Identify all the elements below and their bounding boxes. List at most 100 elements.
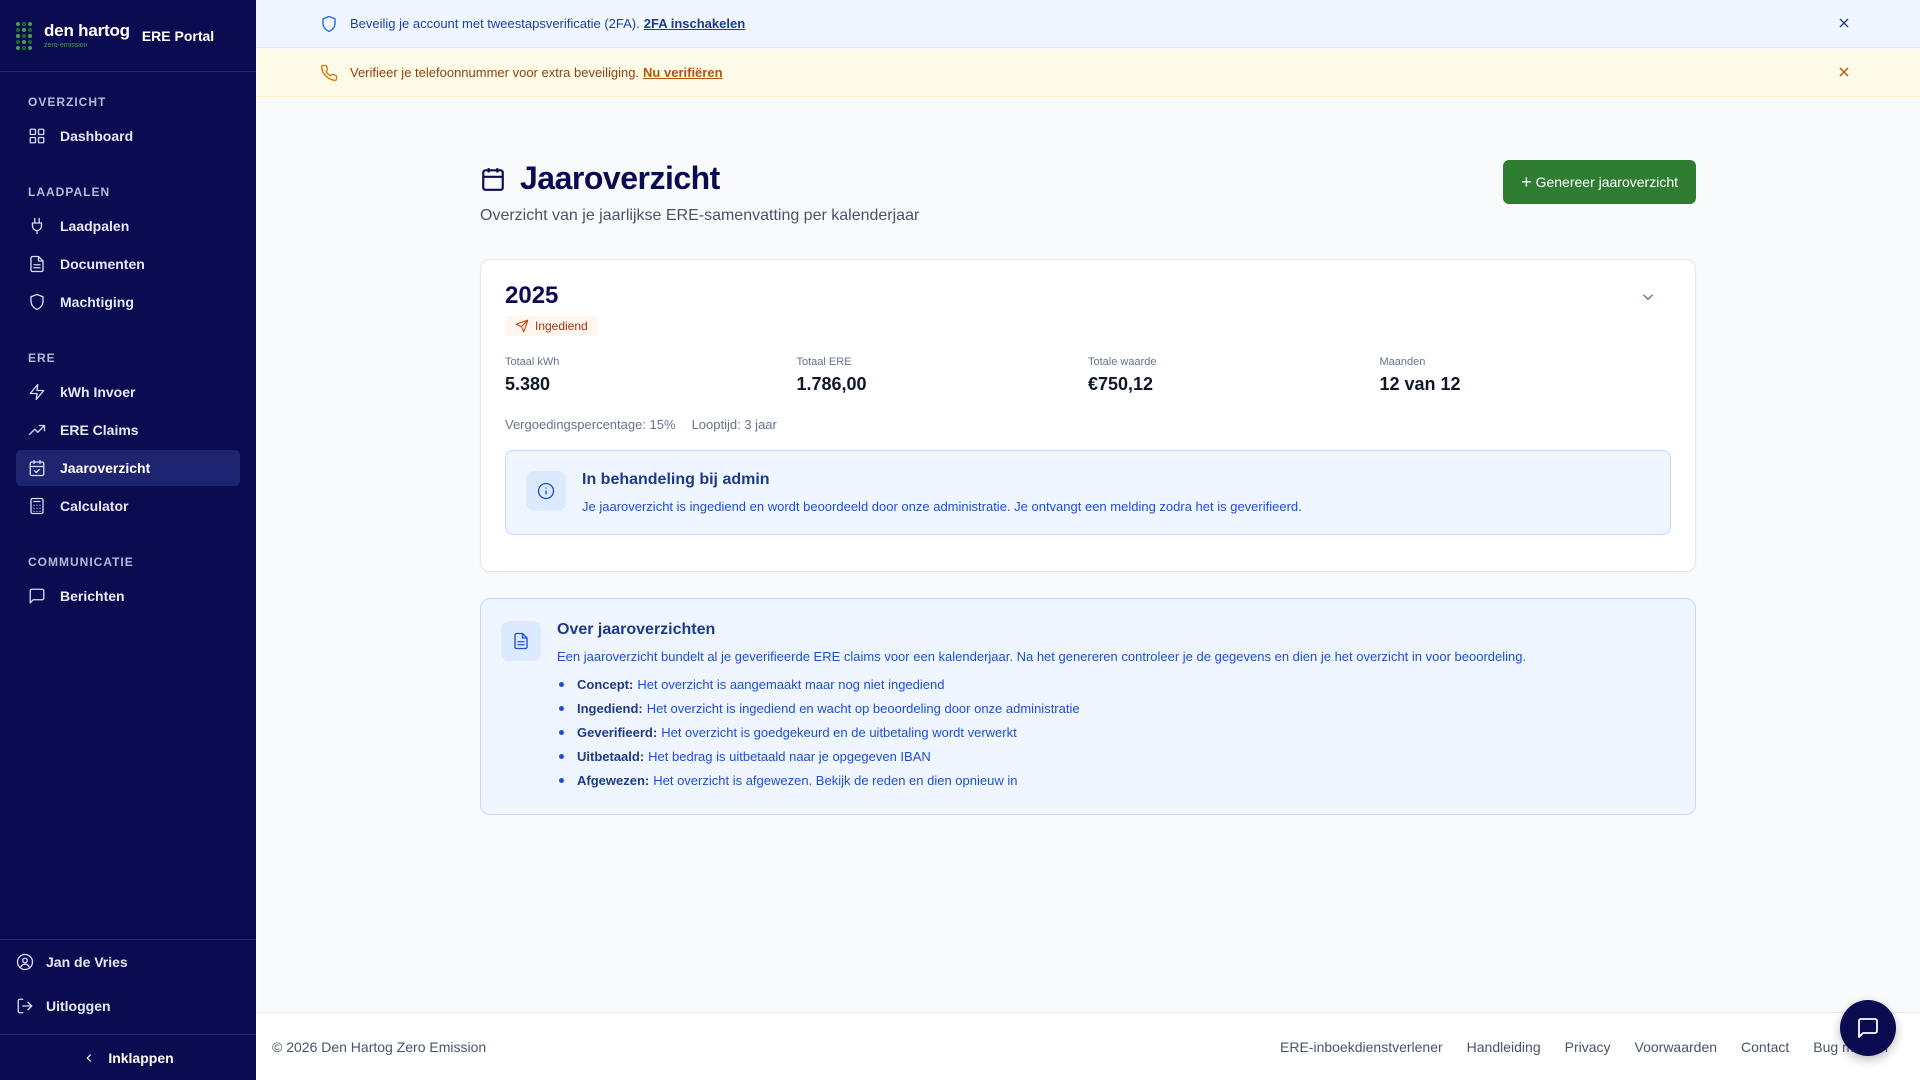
nav-section-title: COMMUNICATIE — [28, 555, 134, 569]
stat-label: Totaal kWh — [505, 356, 560, 368]
calendar-icon — [482, 167, 504, 191]
year-meta: Vergoedingspercentage: 15% Looptijd: 3 j… — [505, 417, 1671, 432]
chat-button[interactable] — [1840, 1000, 1896, 1056]
shield-icon — [28, 293, 46, 311]
sidebar-item-label: Documenten — [60, 256, 145, 272]
list-item: Concept: Het overzicht is aangemaakt maar… — [557, 672, 1526, 696]
enable-2fa-link[interactable]: 2FA inschakelen — [644, 16, 745, 31]
sidebar-item-label: kWh Invoer — [60, 384, 136, 400]
list-item-desc: Het bedrag is uitbetaald naar je opgegev… — [648, 748, 931, 764]
sidebar-item-label: Berichten — [60, 588, 125, 604]
info-text: Een jaaroverzicht bundelt al je geverifi… — [557, 649, 1527, 664]
trend-up-icon — [28, 421, 46, 439]
list-item-term: Afgewezen: — [577, 772, 650, 788]
generate-overview-button[interactable]: + Genereer jaaroverzicht — [1503, 160, 1696, 204]
user-profile[interactable]: Jan de Vries — [0, 940, 256, 984]
plug-icon — [28, 217, 46, 235]
stats-grid: Totaal kWh 5.380 Totaal ERE 1.786,00 Tot… — [505, 356, 1671, 395]
verify-phone-link[interactable]: Nu verifiëren — [643, 65, 722, 80]
sidebar-item-jaaroverzicht[interactable]: Jaaroverzicht — [16, 450, 240, 486]
stat-months: Maanden 12 van 12 — [1380, 356, 1672, 395]
logout-icon — [17, 998, 33, 1014]
sidebar-nav: OVERZICHT Dashboard LAADPALEN Laadpalen … — [0, 72, 256, 614]
stat-total-kwh: Totaal kWh 5.380 — [505, 356, 797, 395]
list-item-desc: Het overzicht is goedgekeurd en de uitbe… — [661, 724, 1017, 740]
footer-link-voorwaarden[interactable]: Voorwaarden — [1635, 1039, 1718, 1055]
info-card: Over jaaroverzichten Een jaaroverzicht b… — [480, 598, 1696, 815]
status-badge-label: Ingediend — [535, 319, 588, 333]
sidebar-item-calculator[interactable]: Calculator — [16, 488, 240, 524]
collapse-sidebar-button[interactable]: Inklappen — [0, 1034, 256, 1080]
phone-banner: Verifieer je telefoonnummer voor extra b… — [256, 49, 1920, 97]
stat-label: Totaal ERE — [796, 356, 852, 368]
phone-icon — [320, 64, 338, 82]
sidebar-item-ere-claims[interactable]: ERE Claims — [16, 412, 240, 448]
document-icon — [28, 255, 46, 273]
footer-link-handleiding[interactable]: Handleiding — [1467, 1039, 1541, 1055]
page-subtitle: Overzicht van je jaarlijkse ERE-samenvat… — [480, 207, 920, 224]
close-icon[interactable] — [1836, 15, 1854, 33]
nav-section-title: LAADPALEN — [28, 185, 111, 199]
list-item: Ingediend: Het overzicht is ingediend en … — [557, 696, 1526, 720]
shield-icon — [320, 15, 338, 33]
stat-value: 1.786,00 — [796, 374, 867, 394]
term-text: Looptijd: 3 jaar — [691, 417, 777, 432]
list-item: Geverifieerd: Het overzicht is goedgekeur… — [557, 720, 1526, 744]
twofa-banner: Beveilig je account met tweestapsverific… — [256, 0, 1920, 48]
sidebar-item-label: Machtiging — [60, 294, 134, 310]
footer-link-privacy[interactable]: Privacy — [1565, 1039, 1611, 1055]
sidebar-item-dashboard[interactable]: Dashboard — [16, 118, 240, 154]
year-card[interactable]: 2025 Ingediend Totaal kWh 5.380 Totaal E… — [480, 259, 1696, 572]
stat-value: 5.380 — [505, 374, 551, 394]
list-item-desc: Het overzicht is afgewezen. Bekijk de re… — [653, 772, 1018, 788]
status-legend-list: Concept: Het overzicht is aangemaakt maar… — [557, 672, 1526, 792]
sidebar-item-label: Dashboard — [60, 128, 134, 144]
grid-icon — [28, 127, 46, 145]
stat-total-ere: Totaal ERE 1.786,00 — [797, 356, 1089, 395]
sidebar: den hartog zero-emission ERE Portal OVER… — [0, 0, 256, 1080]
close-icon[interactable] — [1836, 64, 1854, 82]
copyright: © 2026 Den Hartog Zero Emission — [272, 1038, 487, 1055]
message-icon — [28, 587, 46, 605]
sidebar-item-label: Calculator — [60, 498, 129, 514]
user-circle-icon — [16, 953, 34, 971]
list-item-term: Uitbetaald: — [577, 748, 645, 764]
page-header: Jaaroverzicht Overzicht van je jaarlijks… — [480, 160, 1696, 225]
collapse-label: Inklappen — [108, 1049, 174, 1066]
nav-section-title: ERE — [28, 351, 56, 365]
footer-links: ERE-inboekdienstverlener Handleiding Pri… — [1280, 1039, 1888, 1055]
year-title: 2025 — [505, 282, 559, 309]
stat-total-value: Totale waarde €750,12 — [1088, 356, 1380, 395]
sidebar-item-kwh-invoer[interactable]: kWh Invoer — [16, 374, 240, 410]
document-icon — [501, 621, 541, 661]
brand-tagline: zero-emission — [44, 42, 88, 49]
brand[interactable]: den hartog zero-emission ERE Portal — [0, 0, 256, 72]
notice-text: Je jaaroverzicht is ingediend en wordt b… — [582, 499, 1302, 514]
admin-review-notice: In behandeling bij admin Je jaaroverzich… — [505, 450, 1671, 535]
sidebar-item-machtiging[interactable]: Machtiging — [16, 284, 240, 320]
stat-value: €750,12 — [1088, 374, 1154, 394]
nav-section-title: OVERZICHT — [28, 95, 107, 109]
chevron-left-icon — [86, 1053, 92, 1062]
footer-link-contact[interactable]: Contact — [1741, 1039, 1789, 1055]
user-name: Jan de Vries — [46, 954, 128, 970]
list-item: Uitbetaald: Het bedrag is uitbetaald naar… — [557, 744, 1526, 768]
chat-icon — [1858, 1018, 1878, 1038]
logout-button[interactable]: Uitloggen — [0, 984, 256, 1028]
twofa-text: Beveilig je account met tweestapsverific… — [350, 16, 640, 31]
calendar-check-icon — [28, 459, 46, 477]
stat-value: 12 van 12 — [1379, 374, 1461, 394]
plus-icon: + — [1521, 171, 1532, 192]
sidebar-item-label: ERE Claims — [60, 422, 139, 438]
sidebar-item-laadpalen[interactable]: Laadpalen — [16, 208, 240, 244]
sidebar-item-documenten[interactable]: Documenten — [16, 246, 240, 282]
stat-label: Totale waarde — [1088, 356, 1157, 368]
footer-link-inboekdienstverlener[interactable]: ERE-inboekdienstverlener — [1280, 1039, 1443, 1055]
stat-label: Maanden — [1379, 356, 1426, 368]
main-content: Jaaroverzicht Overzicht van je jaarlijks… — [480, 160, 1696, 815]
sidebar-item-berichten[interactable]: Berichten — [16, 578, 240, 614]
chevron-down-icon[interactable] — [1639, 288, 1657, 306]
list-item-desc: Het overzicht is aangemaakt maar nog nie… — [637, 676, 945, 692]
send-icon — [515, 319, 529, 333]
list-item-term: Geverifieerd: — [577, 724, 658, 740]
